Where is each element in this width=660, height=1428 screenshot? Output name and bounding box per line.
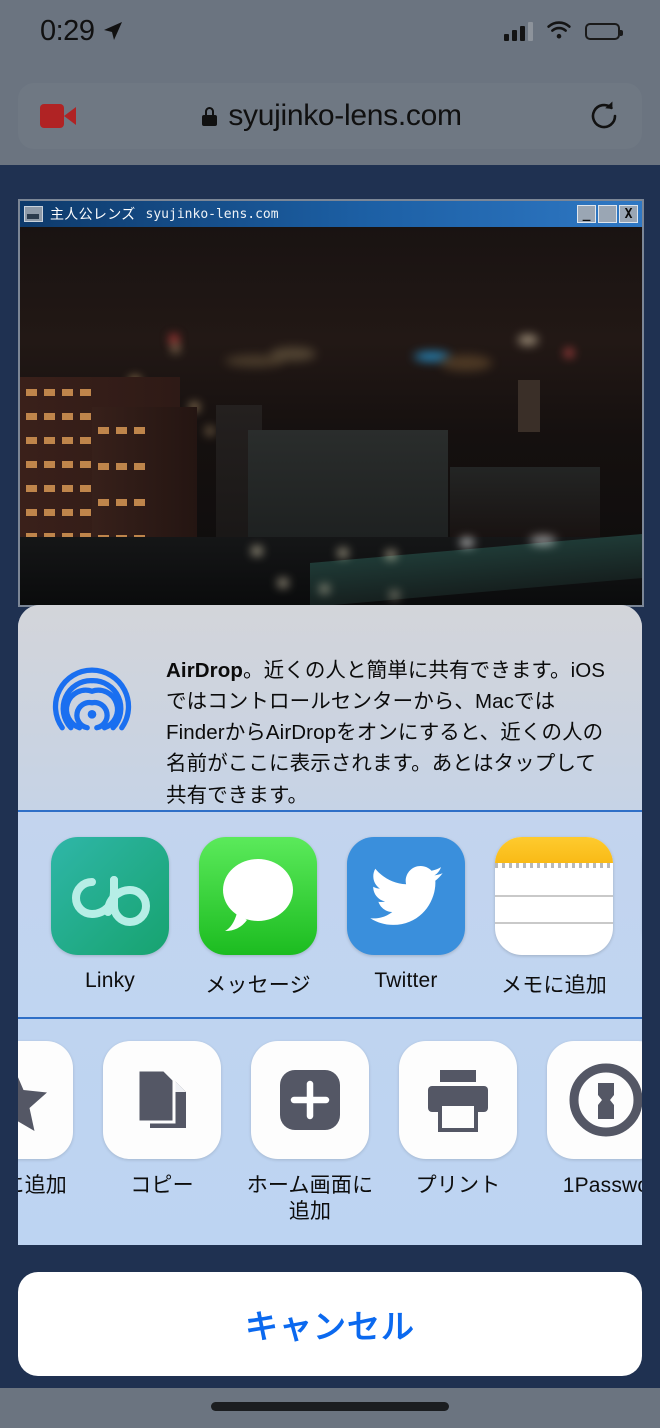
share-action-add-to-home[interactable]: ホーム画面に追加 bbox=[236, 1041, 384, 1226]
share-action-copy[interactable]: コピー bbox=[88, 1041, 236, 1226]
messages-app-icon bbox=[199, 837, 317, 955]
cellular-signal-icon bbox=[504, 21, 533, 41]
1password-icon bbox=[547, 1041, 642, 1159]
reload-icon[interactable] bbox=[588, 100, 620, 132]
airdrop-icon bbox=[52, 667, 132, 731]
status-bar: 0:29 bbox=[0, 0, 660, 62]
airdrop-panel[interactable]: AirDrop。近くの人と簡単に共有できます。iOSではコントロールセンターから… bbox=[18, 605, 642, 810]
browser-chrome: 0:29 syujinko-lens.com bbox=[0, 0, 660, 165]
linky-app-icon bbox=[51, 837, 169, 955]
wifi-icon bbox=[547, 21, 571, 39]
window-title-url: syujinko-lens.com bbox=[145, 206, 279, 222]
share-app-partial[interactable] bbox=[628, 837, 642, 999]
add-to-home-icon bbox=[251, 1041, 369, 1159]
lock-icon bbox=[202, 106, 218, 126]
address-bar[interactable]: syujinko-lens.com bbox=[18, 83, 642, 149]
night-cityscape-photo bbox=[20, 227, 642, 605]
share-app-twitter[interactable]: Twitter bbox=[332, 837, 480, 999]
apps-row[interactable]: Linky メッセージ Twitter メモに追加 bbox=[18, 812, 642, 999]
window-title-bar: 主人公レンズ syujinko-lens.com _ X bbox=[20, 201, 642, 227]
close-button[interactable]: X bbox=[619, 205, 638, 223]
app-label: メッセージ bbox=[205, 974, 311, 997]
status-clock: 0:29 bbox=[40, 14, 95, 47]
notes-app-icon bbox=[495, 837, 613, 955]
star-icon bbox=[18, 1041, 73, 1159]
location-arrow-icon bbox=[104, 22, 123, 40]
action-label: プリント bbox=[415, 1174, 501, 1197]
window-favicon-icon bbox=[24, 206, 43, 222]
cancel-button[interactable]: キャンセル bbox=[18, 1272, 642, 1376]
share-app-messages[interactable]: メッセージ bbox=[184, 837, 332, 999]
airdrop-bold-lead: AirDrop bbox=[166, 659, 244, 682]
printer-icon bbox=[399, 1041, 517, 1159]
share-app-notes[interactable]: メモに追加 bbox=[480, 837, 628, 999]
action-label: ホーム画面に追加 bbox=[246, 1174, 374, 1224]
share-action-1password[interactable]: 1Passwo bbox=[532, 1041, 642, 1226]
twitter-app-icon bbox=[347, 837, 465, 955]
apps-row-container[interactable]: Linky メッセージ Twitter メモに追加 bbox=[18, 812, 642, 1017]
airdrop-description: AirDrop。近くの人と簡単に共有できます。iOSではコントロールセンターから… bbox=[166, 649, 612, 810]
actions-row-container[interactable]: 入りに追加 コピー bbox=[18, 1019, 642, 1245]
app-label: Twitter bbox=[374, 969, 438, 992]
cancel-button-label: キャンセル bbox=[245, 1308, 415, 1345]
share-action-print[interactable]: プリント bbox=[384, 1041, 532, 1226]
share-sheet: AirDrop。近くの人と簡単に共有できます。iOSではコントロールセンターから… bbox=[18, 605, 642, 1245]
action-label: 1Passwo bbox=[562, 1174, 642, 1197]
copy-icon bbox=[103, 1041, 221, 1159]
url-text: syujinko-lens.com bbox=[228, 99, 462, 132]
share-app-linky[interactable]: Linky bbox=[36, 837, 184, 999]
share-action-favorite[interactable]: 入りに追加 bbox=[18, 1041, 88, 1226]
status-bar-left: 0:29 bbox=[40, 15, 123, 48]
action-label: コピー bbox=[130, 1174, 194, 1197]
window-controls[interactable]: _ X bbox=[577, 205, 638, 223]
app-label: メモに追加 bbox=[501, 974, 607, 997]
actions-row[interactable]: 入りに追加 コピー bbox=[18, 1019, 642, 1226]
maximize-button[interactable] bbox=[598, 205, 617, 223]
action-label: 入りに追加 bbox=[18, 1174, 67, 1197]
home-indicator[interactable] bbox=[211, 1402, 449, 1411]
address-bar-center[interactable]: syujinko-lens.com bbox=[76, 99, 588, 133]
status-bar-right bbox=[504, 21, 623, 41]
video-camera-icon bbox=[40, 104, 76, 128]
app-label: Linky bbox=[84, 969, 136, 992]
minimize-button[interactable]: _ bbox=[577, 205, 596, 223]
retro-browser-window: 主人公レンズ syujinko-lens.com _ X bbox=[18, 199, 644, 607]
window-title: 主人公レンズ bbox=[50, 206, 136, 222]
battery-icon bbox=[585, 22, 623, 40]
